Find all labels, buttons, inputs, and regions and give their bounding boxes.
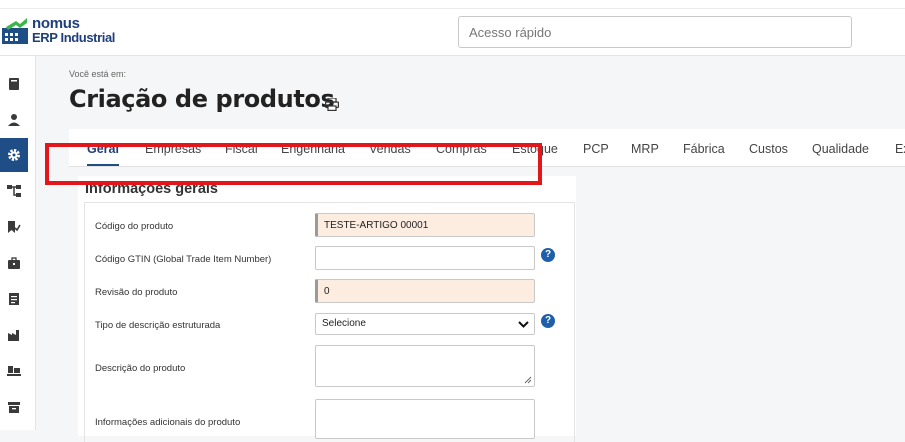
tab-ex[interactable]: Ex [895, 129, 905, 166]
chevron-down-icon [518, 321, 529, 328]
print-icon[interactable] [325, 98, 339, 111]
additional-info-textarea[interactable] [315, 399, 535, 439]
top-bar: nomus ERP Industrial [0, 0, 905, 56]
highlight-box [45, 143, 542, 185]
gear-icon [8, 149, 20, 161]
sidebar-item-user[interactable] [0, 103, 28, 137]
sidebar-item-document[interactable] [0, 282, 28, 316]
top-divider [0, 8, 905, 9]
gtin-input[interactable] [315, 246, 535, 270]
brand-name: nomus [32, 15, 80, 32]
bookmark-check-icon [8, 221, 21, 233]
book-icon [9, 78, 19, 90]
sidebar-item-archive[interactable] [0, 390, 28, 424]
user-icon [8, 114, 20, 126]
quick-access-input[interactable] [458, 16, 852, 48]
product-code-input[interactable] [315, 213, 535, 237]
hierarchy-icon [7, 185, 21, 197]
sidebar-item-bookmark[interactable] [0, 210, 28, 244]
resize-grip-icon[interactable] [524, 376, 532, 384]
revision-label: Revisão do produto [95, 287, 178, 298]
description-type-help-icon[interactable]: ? [541, 314, 555, 328]
nomus-logo-icon [2, 18, 28, 44]
additional-info-label: Informações adicionais do produto [95, 417, 241, 428]
breadcrumb: Você está em: [69, 69, 127, 79]
gtin-label: Código GTIN (Global Trade Item Number) [95, 254, 272, 265]
revision-input[interactable] [315, 279, 535, 303]
sidebar-item-briefcase[interactable] [0, 246, 28, 280]
brand-logo[interactable]: nomus ERP Industrial [2, 14, 116, 48]
sidebar-item-logistics[interactable] [0, 354, 28, 388]
gtin-help-icon[interactable]: ? [541, 248, 555, 262]
structured-description-type-value: Selecione [322, 318, 366, 329]
sidebar-item-book[interactable] [0, 67, 28, 101]
document-icon [9, 293, 19, 305]
archive-icon [8, 402, 20, 413]
tab-fabrica[interactable]: Fábrica [683, 129, 725, 166]
tab-qualidade[interactable]: Qualidade [812, 129, 869, 166]
sidebar-item-settings[interactable] [0, 138, 28, 172]
product-code-label: Código do produto [95, 221, 174, 232]
factory-icon [8, 330, 19, 341]
general-info-form: Código do produto Código GTIN (Global Tr… [84, 202, 575, 442]
product-description-textarea[interactable] [315, 345, 535, 387]
tab-mrp[interactable]: MRP [631, 129, 659, 166]
tab-pcp[interactable]: PCP [583, 129, 609, 166]
brand-subtitle: ERP Industrial [32, 30, 116, 45]
page-title: Criação de produtos [69, 85, 335, 113]
sidebar-item-factory[interactable] [0, 318, 28, 352]
sidebar [0, 56, 36, 430]
sidebar-item-structure[interactable] [0, 174, 28, 208]
structured-description-type-select[interactable]: Selecione [315, 313, 535, 335]
product-description-label: Descrição do produto [95, 363, 186, 374]
pallet-icon [7, 366, 21, 376]
briefcase-icon [8, 257, 20, 269]
main-content: Você está em: Criação de produtos Geral … [37, 57, 905, 442]
tab-custos[interactable]: Custos [749, 129, 788, 166]
general-info-panel: Informações gerais Código do produto Cód… [78, 176, 576, 442]
structured-description-type-label: Tipo de descrição estruturada [95, 320, 221, 331]
